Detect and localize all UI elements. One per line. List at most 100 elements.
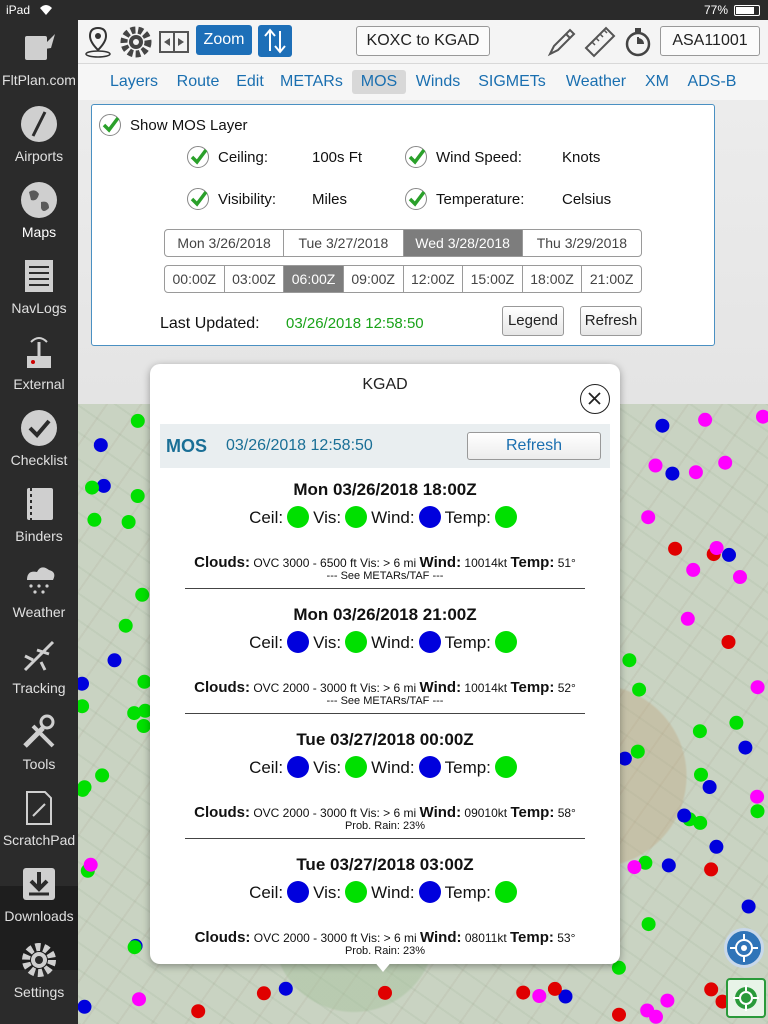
- station-dot[interactable]: [130, 489, 145, 503]
- ruler-icon[interactable]: [582, 24, 618, 60]
- station-dot[interactable]: [661, 858, 676, 873]
- date-option-selected[interactable]: Wed 3/28/2018: [403, 230, 523, 256]
- station-dot[interactable]: [694, 767, 708, 782]
- station-dot[interactable]: [516, 985, 531, 1000]
- sidebar-item-tools[interactable]: Tools: [0, 708, 78, 784]
- wind-speed-checkbox[interactable]: [404, 145, 428, 169]
- north-up-toggle[interactable]: [258, 25, 292, 57]
- map-pin-icon[interactable]: [80, 24, 116, 60]
- station-dot[interactable]: [722, 547, 736, 562]
- sidebar-item-navlogs[interactable]: NavLogs: [0, 252, 78, 328]
- station-dot[interactable]: [704, 862, 719, 877]
- station-dot[interactable]: [648, 458, 663, 473]
- date-option[interactable]: Tue 3/27/2018: [284, 230, 404, 256]
- station-dot[interactable]: [135, 587, 150, 602]
- station-dot[interactable]: [660, 993, 675, 1008]
- tab-metars[interactable]: METARs: [280, 70, 343, 94]
- time-option[interactable]: 00:00Z: [165, 266, 225, 292]
- station-dot[interactable]: [702, 780, 717, 794]
- sidebar-item-maps[interactable]: Maps: [0, 176, 78, 252]
- sidebar-item-fltplan[interactable]: FltPlan.com: [0, 24, 78, 100]
- station-dot[interactable]: [704, 982, 719, 997]
- station-dot[interactable]: [78, 780, 92, 795]
- station-dot[interactable]: [632, 682, 647, 697]
- tab-weather[interactable]: Weather: [564, 70, 628, 94]
- station-dot[interactable]: [547, 981, 562, 996]
- station-dot[interactable]: [278, 981, 293, 996]
- date-option[interactable]: Mon 3/26/2018: [165, 230, 285, 256]
- time-option[interactable]: 09:00Z: [344, 266, 404, 292]
- sidebar-item-airports[interactable]: Airports: [0, 100, 78, 176]
- split-view-icon[interactable]: [156, 24, 192, 60]
- station-dot[interactable]: [680, 611, 695, 626]
- track-up-button[interactable]: [726, 978, 766, 1018]
- station-dot[interactable]: [78, 699, 90, 714]
- station-dot[interactable]: [532, 989, 547, 1003]
- station-dot[interactable]: [686, 562, 701, 577]
- show-mos-layer-checkbox[interactable]: [98, 113, 122, 137]
- time-option-selected[interactable]: 06:00Z: [284, 266, 344, 292]
- date-option[interactable]: Thu 3/29/2018: [523, 230, 641, 256]
- station-dot[interactable]: [641, 917, 656, 932]
- station-dot[interactable]: [136, 719, 151, 733]
- sidebar-item-scratchpad[interactable]: ScratchPad: [0, 784, 78, 860]
- sidebar-item-checklist[interactable]: Checklist: [0, 404, 78, 480]
- sidebar-item-weather[interactable]: Weather: [0, 556, 78, 632]
- station-dot[interactable]: [750, 804, 765, 819]
- tab-mos[interactable]: MOS: [352, 70, 406, 94]
- station-dot[interactable]: [622, 653, 637, 668]
- station-dot[interactable]: [665, 466, 680, 481]
- account-button[interactable]: ASA11001: [660, 26, 760, 56]
- time-option[interactable]: 03:00Z: [225, 266, 285, 292]
- time-option[interactable]: 15:00Z: [463, 266, 523, 292]
- station-dot[interactable]: [87, 512, 102, 527]
- tab-route[interactable]: Route: [174, 70, 222, 94]
- station-dot[interactable]: [85, 480, 99, 495]
- station-dot[interactable]: [130, 413, 145, 428]
- tab-xm[interactable]: XM: [644, 70, 670, 94]
- station-dot[interactable]: [617, 751, 632, 766]
- stopwatch-icon[interactable]: [620, 24, 656, 60]
- station-dot[interactable]: [121, 515, 136, 529]
- station-dot[interactable]: [96, 478, 111, 493]
- station-dot[interactable]: [698, 412, 713, 427]
- pencil-icon[interactable]: [544, 24, 580, 60]
- station-dot[interactable]: [641, 510, 656, 525]
- locate-me-button[interactable]: [724, 928, 764, 968]
- station-dot[interactable]: [132, 992, 146, 1007]
- visibility-checkbox[interactable]: [186, 187, 210, 211]
- station-dot[interactable]: [750, 680, 765, 695]
- station-dot[interactable]: [741, 899, 756, 914]
- station-dot[interactable]: [750, 789, 765, 804]
- station-dot[interactable]: [627, 860, 642, 875]
- station-dot[interactable]: [83, 857, 98, 872]
- visibility-units[interactable]: Miles: [312, 191, 347, 208]
- tab-sigmets[interactable]: SIGMETs: [478, 70, 546, 94]
- route-button[interactable]: KOXC to KGAD: [356, 26, 490, 56]
- station-dot[interactable]: [692, 724, 707, 739]
- station-dot[interactable]: [378, 985, 392, 1000]
- temperature-checkbox[interactable]: [404, 187, 428, 211]
- station-dot[interactable]: [655, 418, 670, 433]
- sidebar-item-binders[interactable]: Binders: [0, 480, 78, 556]
- station-dot[interactable]: [78, 676, 89, 691]
- sidebar-item-downloads[interactable]: Downloads: [0, 860, 78, 936]
- station-dot[interactable]: [718, 455, 733, 470]
- station-dot[interactable]: [738, 740, 753, 755]
- sidebar-item-external[interactable]: External: [0, 328, 78, 404]
- time-option[interactable]: 18:00Z: [523, 266, 583, 292]
- station-dot[interactable]: [93, 438, 108, 453]
- gear-icon[interactable]: [118, 24, 154, 60]
- wind-speed-units[interactable]: Knots: [562, 149, 600, 166]
- popup-refresh-button[interactable]: Refresh: [467, 432, 601, 460]
- panel-refresh-button[interactable]: Refresh: [580, 306, 642, 336]
- time-option[interactable]: 21:00Z: [582, 266, 641, 292]
- station-dot[interactable]: [630, 744, 645, 759]
- sidebar-item-settings[interactable]: Settings: [0, 936, 78, 1012]
- station-dot[interactable]: [668, 541, 683, 556]
- station-dot[interactable]: [191, 1004, 206, 1019]
- station-dot[interactable]: [721, 635, 736, 649]
- station-dot[interactable]: [709, 839, 724, 854]
- tab-edit[interactable]: Edit: [234, 70, 266, 94]
- ceiling-units[interactable]: 100s Ft: [312, 149, 362, 166]
